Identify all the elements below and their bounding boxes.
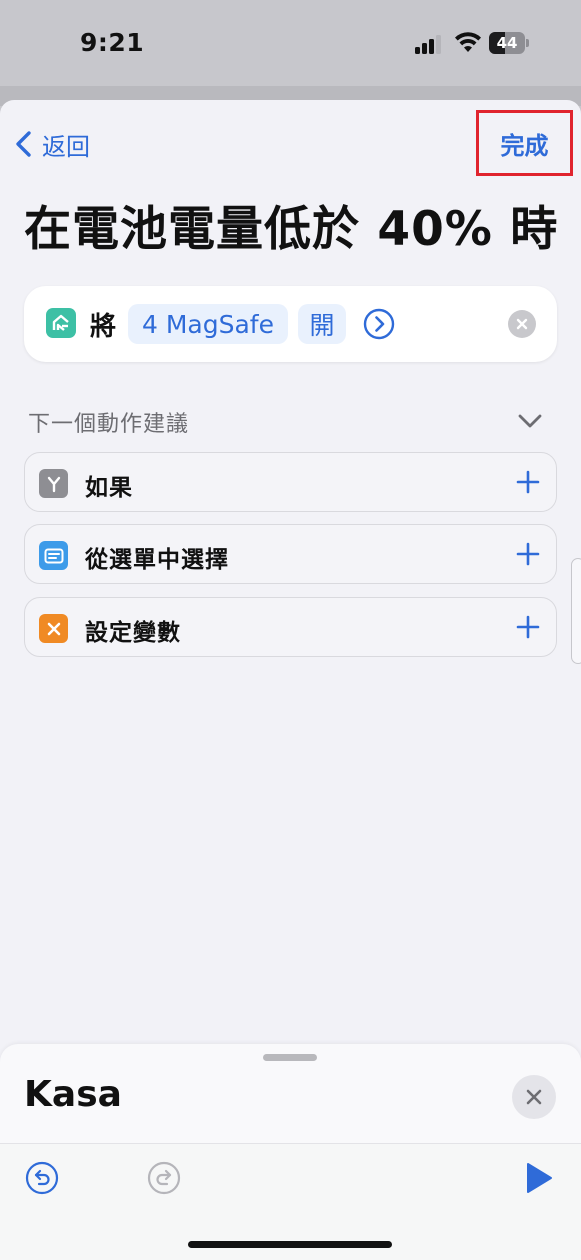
chevron-down-icon[interactable] — [516, 410, 544, 432]
device-parameter-pill[interactable]: 4 MagSafe — [128, 304, 288, 344]
kasa-app-icon — [46, 308, 76, 338]
done-button[interactable]: 完成 — [476, 110, 573, 176]
menu-icon — [39, 541, 68, 570]
chevron-right-circle-icon[interactable] — [363, 308, 395, 340]
suggestion-if[interactable]: 如果 — [24, 452, 557, 512]
suggestion-label: 從選單中選擇 — [85, 547, 229, 573]
remove-action-button[interactable] — [508, 310, 536, 338]
redo-icon[interactable] — [146, 1160, 182, 1196]
battery-level: 44 — [496, 34, 518, 52]
suggestion-choose-from-menu[interactable]: 從選單中選擇 — [24, 524, 557, 584]
screen: 9:21 44 返回 完成 在電池電量低於 40% 時 將 4 MagSafe … — [0, 0, 581, 1260]
action-card[interactable]: 將 4 MagSafe 開 — [24, 286, 557, 362]
wifi-icon — [455, 32, 481, 52]
undo-icon[interactable] — [24, 1160, 60, 1196]
suggestion-label: 如果 — [85, 475, 133, 501]
action-verb: 將 — [90, 312, 117, 342]
battery-icon: 44 — [489, 32, 529, 54]
branch-icon — [39, 469, 68, 498]
suggestion-label: 設定變數 — [85, 620, 181, 646]
play-icon[interactable] — [520, 1160, 556, 1196]
panel-grabber[interactable] — [263, 1054, 317, 1061]
variable-icon — [39, 614, 68, 643]
panel-close-button[interactable] — [512, 1075, 556, 1119]
panel-title: Kasa — [24, 1074, 122, 1115]
state-parameter-pill[interactable]: 開 — [298, 304, 346, 344]
suggestions-header: 下一個動作建議 — [28, 412, 190, 437]
plus-icon[interactable] — [515, 469, 541, 495]
done-label: 完成 — [500, 131, 549, 160]
back-label: 返回 — [42, 132, 90, 161]
plus-icon[interactable] — [515, 541, 541, 567]
cellular-signal-icon — [415, 34, 445, 54]
side-drag-handle[interactable] — [571, 558, 581, 664]
status-bar: 9:21 44 — [0, 0, 581, 90]
page-title: 在電池電量低於 40% 時 — [24, 202, 559, 257]
plus-icon[interactable] — [515, 614, 541, 640]
back-button[interactable]: 返回 — [12, 126, 90, 162]
suggestion-set-variable[interactable]: 設定變數 — [24, 597, 557, 657]
status-time: 9:21 — [80, 28, 145, 57]
chevron-left-icon — [16, 131, 31, 157]
close-icon — [516, 318, 528, 330]
close-icon — [526, 1089, 542, 1105]
home-indicator — [188, 1241, 392, 1248]
